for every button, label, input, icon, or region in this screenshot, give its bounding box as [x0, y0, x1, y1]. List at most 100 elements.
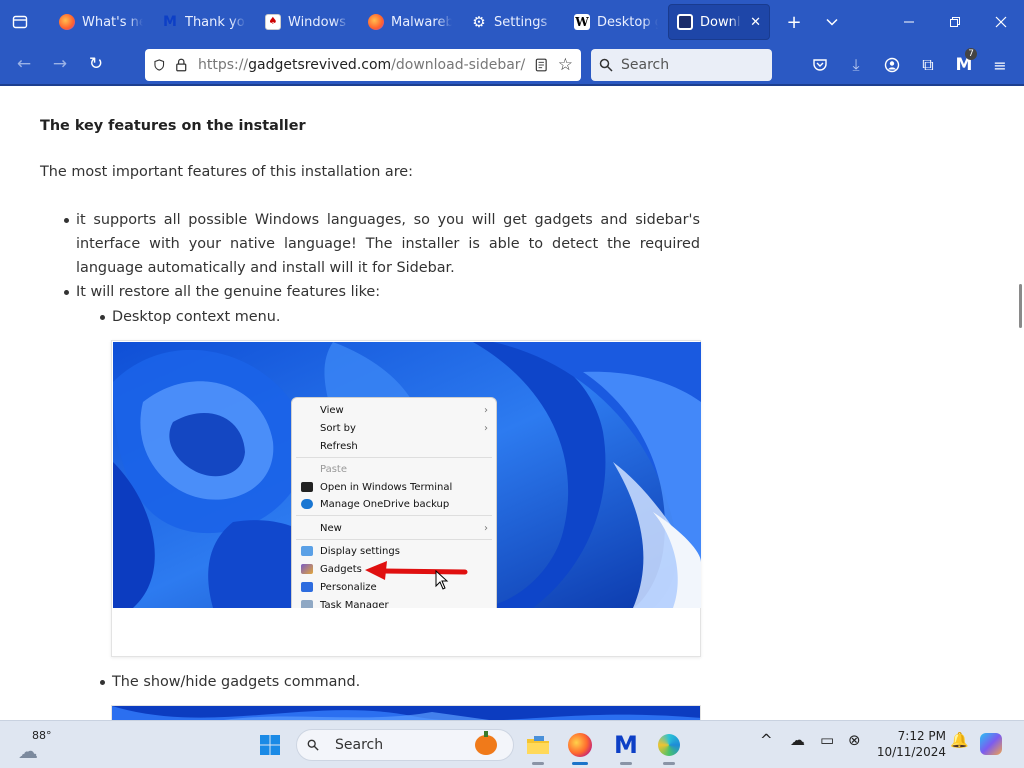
hamburger-menu-icon: ≡ — [993, 55, 1007, 75]
show-hidden-icons-chevron-up-icon[interactable]: ^ — [760, 731, 773, 749]
firefox-icon — [368, 14, 384, 30]
pocket-icon — [813, 59, 827, 71]
tab-thank-you[interactable]: M Thank you — [153, 4, 255, 40]
restore-button[interactable] — [932, 0, 978, 44]
downloads-button[interactable]: ⤓ — [838, 44, 874, 86]
tab-desktop-gadgets[interactable]: W Desktop gadgets — [565, 4, 667, 40]
taskbar-search-box[interactable]: Search — [296, 729, 514, 761]
wallpaper-image: View › Sort by › Refresh Paste Open in Win… — [113, 342, 701, 608]
notification-bell-icon[interactable]: 🔔 — [950, 731, 969, 749]
running-indicator — [532, 762, 544, 765]
network-icon[interactable]: ⊗ — [848, 731, 861, 749]
weather-widget[interactable]: ☁ 88° — [16, 727, 56, 763]
malwarebytes-extension-button[interactable]: M 7 — [946, 44, 982, 86]
clock-time: 7:12 PM — [897, 729, 946, 743]
menu-item-task-manager[interactable]: Task Manager — [292, 596, 496, 608]
list-item: The show/hide gadgets command. — [112, 674, 361, 690]
tab-download[interactable]: Download ✕ — [668, 4, 770, 40]
forward-button[interactable]: → — [42, 46, 78, 82]
page-scrollbar[interactable] — [1019, 284, 1022, 328]
arrow-right-icon: → — [52, 54, 68, 74]
arrow-left-icon: ← — [16, 54, 32, 74]
display-icon — [301, 546, 313, 556]
copilot-icon[interactable] — [980, 733, 1002, 755]
extensions-button[interactable]: ⧉ — [910, 44, 946, 86]
menu-item-open-terminal[interactable]: Open in Windows Terminal — [292, 478, 496, 496]
tab-malwarebytes[interactable]: Malwarebytes — [359, 4, 461, 40]
plus-icon: + — [786, 11, 802, 33]
folder-icon — [527, 736, 549, 754]
restore-icon — [950, 17, 960, 27]
gear-icon: ⚙ — [472, 13, 486, 31]
extension-badge: 7 — [965, 48, 977, 60]
minimize-icon — [904, 21, 914, 23]
bookmark-star-icon[interactable]: ☆ — [558, 55, 573, 75]
menu-separator — [296, 539, 492, 540]
close-tab-icon[interactable]: ✕ — [750, 15, 761, 30]
tab-label: Desktop gadgets — [597, 14, 658, 30]
new-tab-button[interactable]: + — [775, 0, 813, 44]
menu-item-refresh[interactable]: Refresh — [292, 437, 496, 455]
edge-taskbar-button[interactable] — [651, 727, 687, 765]
section-heading: The key features on the installer — [40, 118, 306, 134]
reload-button[interactable]: ↻ — [78, 46, 114, 82]
close-icon — [995, 16, 1007, 28]
task-manager-icon — [301, 600, 313, 608]
account-icon — [884, 57, 900, 73]
address-bar[interactable]: https://gadgetsrevived.com/download-side… — [145, 49, 581, 81]
malwarebytes-taskbar-button[interactable]: M — [608, 727, 644, 765]
personalize-icon — [301, 582, 313, 592]
tab-windows[interactable]: ♠ Windows — [256, 4, 358, 40]
tab-list-button[interactable] — [0, 0, 40, 44]
onedrive-offline-icon[interactable]: ☁ — [790, 731, 805, 749]
display-icon[interactable]: ▭ — [820, 731, 834, 749]
taskbar-search-label: Search — [335, 737, 384, 753]
back-button[interactable]: ← — [6, 46, 42, 82]
lock-icon[interactable] — [175, 57, 187, 73]
file-explorer-taskbar-button[interactable] — [520, 727, 556, 765]
account-button[interactable] — [874, 44, 910, 86]
list-item: Desktop context menu. — [112, 309, 281, 325]
firefox-taskbar-button[interactable] — [562, 727, 598, 765]
reader-view-icon[interactable] — [535, 57, 547, 73]
shield-icon[interactable] — [153, 57, 165, 73]
url-domain: gadgetsrevived.com — [248, 57, 392, 73]
search-icon — [599, 58, 613, 72]
close-window-button[interactable] — [978, 0, 1024, 44]
list-all-tabs-button[interactable] — [813, 0, 851, 44]
chevron-right-icon: › — [484, 422, 488, 434]
cards-icon: ♠ — [265, 14, 281, 30]
menu-item-label: Open in Windows Terminal — [320, 481, 453, 493]
chevron-right-icon: › — [484, 522, 488, 534]
menu-separator — [296, 457, 492, 458]
puzzle-icon: ⧉ — [922, 55, 934, 74]
menu-item-label: Manage OneDrive backup — [320, 498, 450, 510]
windows-logo-icon — [260, 735, 280, 755]
gadgets-icon — [301, 564, 313, 574]
url-scheme: https:// — [197, 57, 249, 73]
menu-item-label: View — [320, 404, 344, 416]
system-clock[interactable]: 7:12 PM 10/11/2024 — [874, 728, 946, 760]
minimize-button[interactable] — [886, 0, 932, 44]
tab-label: Windows — [288, 14, 347, 30]
search-bar[interactable]: Search — [591, 49, 772, 81]
bullet-dot — [64, 218, 69, 223]
red-arrow-annotation — [365, 561, 468, 580]
tab-settings[interactable]: ⚙ Settings — [462, 4, 564, 40]
running-indicator — [620, 762, 632, 765]
menu-item-sort-by[interactable]: Sort by › — [292, 419, 496, 437]
download-icon: ⤓ — [852, 55, 860, 74]
tab-label: Malwarebytes — [391, 14, 452, 30]
menu-item-label: Display settings — [320, 545, 400, 557]
pocket-button[interactable] — [802, 44, 838, 86]
url-text[interactable]: https://gadgetsrevived.com/download-side… — [198, 57, 525, 73]
tab-whats-new[interactable]: What's new — [50, 4, 152, 40]
chevron-right-icon: › — [484, 404, 488, 416]
menu-item-new[interactable]: New › — [292, 519, 496, 537]
menu-item-view[interactable]: View › — [292, 401, 496, 419]
show-hide-gadgets-screenshot — [111, 705, 701, 720]
app-menu-button[interactable]: ≡ — [982, 44, 1018, 86]
page-content: The key features on the installer The mo… — [0, 86, 1024, 720]
menu-item-onedrive[interactable]: Manage OneDrive backup — [292, 495, 496, 513]
start-button[interactable] — [252, 727, 288, 763]
